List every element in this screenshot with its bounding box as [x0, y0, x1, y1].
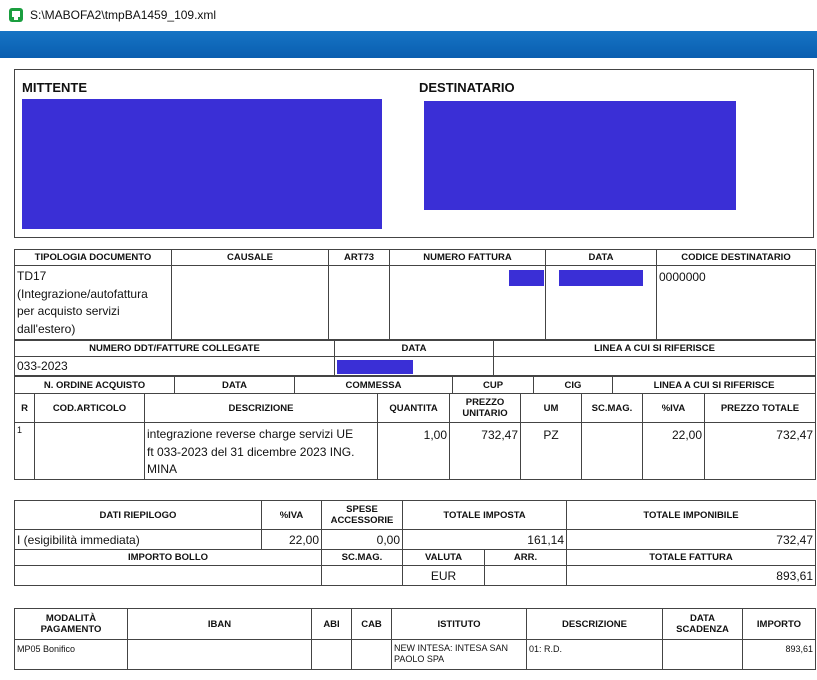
line-descrizione: integrazione reverse charge servizi UE f…: [144, 422, 378, 480]
pagamento-scadenza: [662, 639, 743, 670]
col-codice-destinatario: CODICE DESTINATARIO: [656, 249, 816, 266]
tipologia-value: TD17 (Integrazione/autofattura per acqui…: [14, 265, 172, 340]
art73-value: [328, 265, 390, 340]
col-data-scadenza: DATA SCADENZA: [662, 608, 743, 640]
summary-table: DATI RIEPILOGO %IVA SPESE ACCESSORIE TOT…: [14, 500, 816, 586]
sender-label: MITTENTE: [22, 80, 87, 95]
col-ordine-linea: LINEA A CUI SI RIFERISCE: [612, 376, 816, 394]
col-numero-fattura: NUMERO FATTURA: [389, 249, 546, 266]
col-cod-articolo: COD.ARTICOLO: [34, 393, 145, 423]
col-ordine-data: DATA: [174, 376, 295, 394]
totale-fattura-value: 893,61: [566, 565, 816, 586]
col-riepilogo-iva: %IVA: [261, 500, 322, 530]
sender-redacted-block: [22, 99, 382, 229]
ddt-linea-value: [493, 356, 816, 376]
pagamento-abi: [311, 639, 352, 670]
ddt-table: NUMERO DDT/FATTURE COLLEGATE DATA LINEA …: [14, 340, 816, 376]
col-cig: CIG: [533, 376, 613, 394]
order-table: N. ORDINE ACQUISTO DATA COMMESSA CUP CIG…: [14, 376, 816, 394]
toolbar-band: [0, 31, 817, 58]
col-ddt-linea: LINEA A CUI SI RIFERISCE: [493, 340, 816, 357]
line-cod: [34, 422, 145, 480]
col-um: UM: [520, 393, 582, 423]
col-totale-fattura: TOTALE FATTURA: [566, 549, 816, 566]
riepilogo-iva: 22,00: [261, 529, 322, 550]
col-commessa: COMMESSA: [294, 376, 453, 394]
col-iva: %IVA: [642, 393, 705, 423]
col-modalita-pagamento: MODALITÀ PAGAMENTO: [14, 608, 128, 640]
window-title: S:\MABOFA2\tmpBA1459_109.xml: [30, 8, 217, 22]
recipient-label: DESTINATARIO: [419, 80, 515, 95]
table-row: MP05 Bonifico NEW INTESA: INTESA SAN PAO…: [14, 639, 816, 670]
col-dati-riepilogo: DATI RIEPILOGO: [14, 500, 262, 530]
col-abi: ABI: [311, 608, 352, 640]
col-r: R: [14, 393, 35, 423]
col-ddt-data: DATA: [334, 340, 494, 357]
line-quantita: 1,00: [377, 422, 450, 480]
arr-value: [484, 565, 567, 586]
numero-fattura-value: [389, 265, 546, 340]
pagamento-descrizione: 01: R.D.: [526, 639, 663, 670]
lines-table: R COD.ARTICOLO DESCRIZIONE QUANTITA PREZ…: [14, 393, 816, 480]
col-tipologia: TIPOLOGIA DOCUMENTO: [14, 249, 172, 266]
col-istituto: ISTITUTO: [391, 608, 527, 640]
line-r: 1: [14, 422, 35, 480]
data-redacted: [559, 270, 643, 286]
col-pagamento-descrizione: DESCRIZIONE: [526, 608, 663, 640]
col-cab: CAB: [351, 608, 392, 640]
causale-value: [171, 265, 329, 340]
col-ordine-acquisto: N. ORDINE ACQUISTO: [14, 376, 175, 394]
col-totale-imponibile: TOTALE IMPONIBILE: [566, 500, 816, 530]
parties-box: MITTENTE DESTINATARIO: [14, 69, 814, 238]
col-prezzo-unitario: PREZZO UNITARIO: [449, 393, 521, 423]
xml-viewer-icon: [9, 8, 23, 22]
numero-fattura-redacted: [509, 270, 544, 286]
valuta-value: EUR: [402, 565, 485, 586]
col-numero-ddt: NUMERO DDT/FATTURE COLLEGATE: [14, 340, 335, 357]
line-um: PZ: [520, 422, 582, 480]
pagamento-istituto: NEW INTESA: INTESA SAN PAOLO SPA: [391, 639, 527, 670]
col-prezzo-totale: PREZZO TOTALE: [704, 393, 816, 423]
col-iban: IBAN: [127, 608, 312, 640]
ddt-data-value: [334, 356, 494, 376]
document-header-table: TIPOLOGIA DOCUMENTO CAUSALE ART73 NUMERO…: [14, 249, 816, 340]
col-valuta: VALUTA: [402, 549, 485, 566]
line-iva: 22,00: [642, 422, 705, 480]
col-arr: ARR.: [484, 549, 567, 566]
riepilogo-dati: I (esigibilità immediata): [14, 529, 262, 550]
importo-bollo-value: [14, 565, 322, 586]
col-spese-accessorie: SPESE ACCESSORIE: [321, 500, 403, 530]
table-row: 1 integrazione reverse charge servizi UE…: [14, 422, 816, 480]
col-descrizione: DESCRIZIONE: [144, 393, 378, 423]
ddt-numero-value: 033-2023: [14, 356, 335, 376]
col-art73: ART73: [328, 249, 390, 266]
col-importo: IMPORTO: [742, 608, 816, 640]
window-titlebar: S:\MABOFA2\tmpBA1459_109.xml: [0, 0, 817, 31]
riepilogo-imposta: 161,14: [402, 529, 567, 550]
riepilogo-imponibile: 732,47: [566, 529, 816, 550]
ddt-data-redacted: [337, 360, 413, 374]
col-sc-mag: SC.MAG.: [581, 393, 643, 423]
col-causale: CAUSALE: [171, 249, 329, 266]
payment-table: MODALITÀ PAGAMENTO IBAN ABI CAB ISTITUTO…: [14, 608, 816, 670]
codice-destinatario-value: 0000000: [656, 265, 816, 340]
col-importo-bollo: IMPORTO BOLLO: [14, 549, 322, 566]
pagamento-cab: [351, 639, 392, 670]
col-sc-mag-totale: SC.MAG.: [321, 549, 403, 566]
col-cup: CUP: [452, 376, 534, 394]
line-prezzo-unitario: 732,47: [449, 422, 521, 480]
col-data: DATA: [545, 249, 657, 266]
recipient-redacted-block: [424, 101, 736, 210]
col-totale-imposta: TOTALE IMPOSTA: [402, 500, 567, 530]
sc-mag-totale-value: [321, 565, 403, 586]
data-value: [545, 265, 657, 340]
riepilogo-spese: 0,00: [321, 529, 403, 550]
col-quantita: QUANTITA: [377, 393, 450, 423]
line-sc-mag: [581, 422, 643, 480]
pagamento-importo: 893,61: [742, 639, 816, 670]
line-prezzo-totale: 732,47: [704, 422, 816, 480]
pagamento-modalita: MP05 Bonifico: [14, 639, 128, 670]
pagamento-iban: [127, 639, 312, 670]
